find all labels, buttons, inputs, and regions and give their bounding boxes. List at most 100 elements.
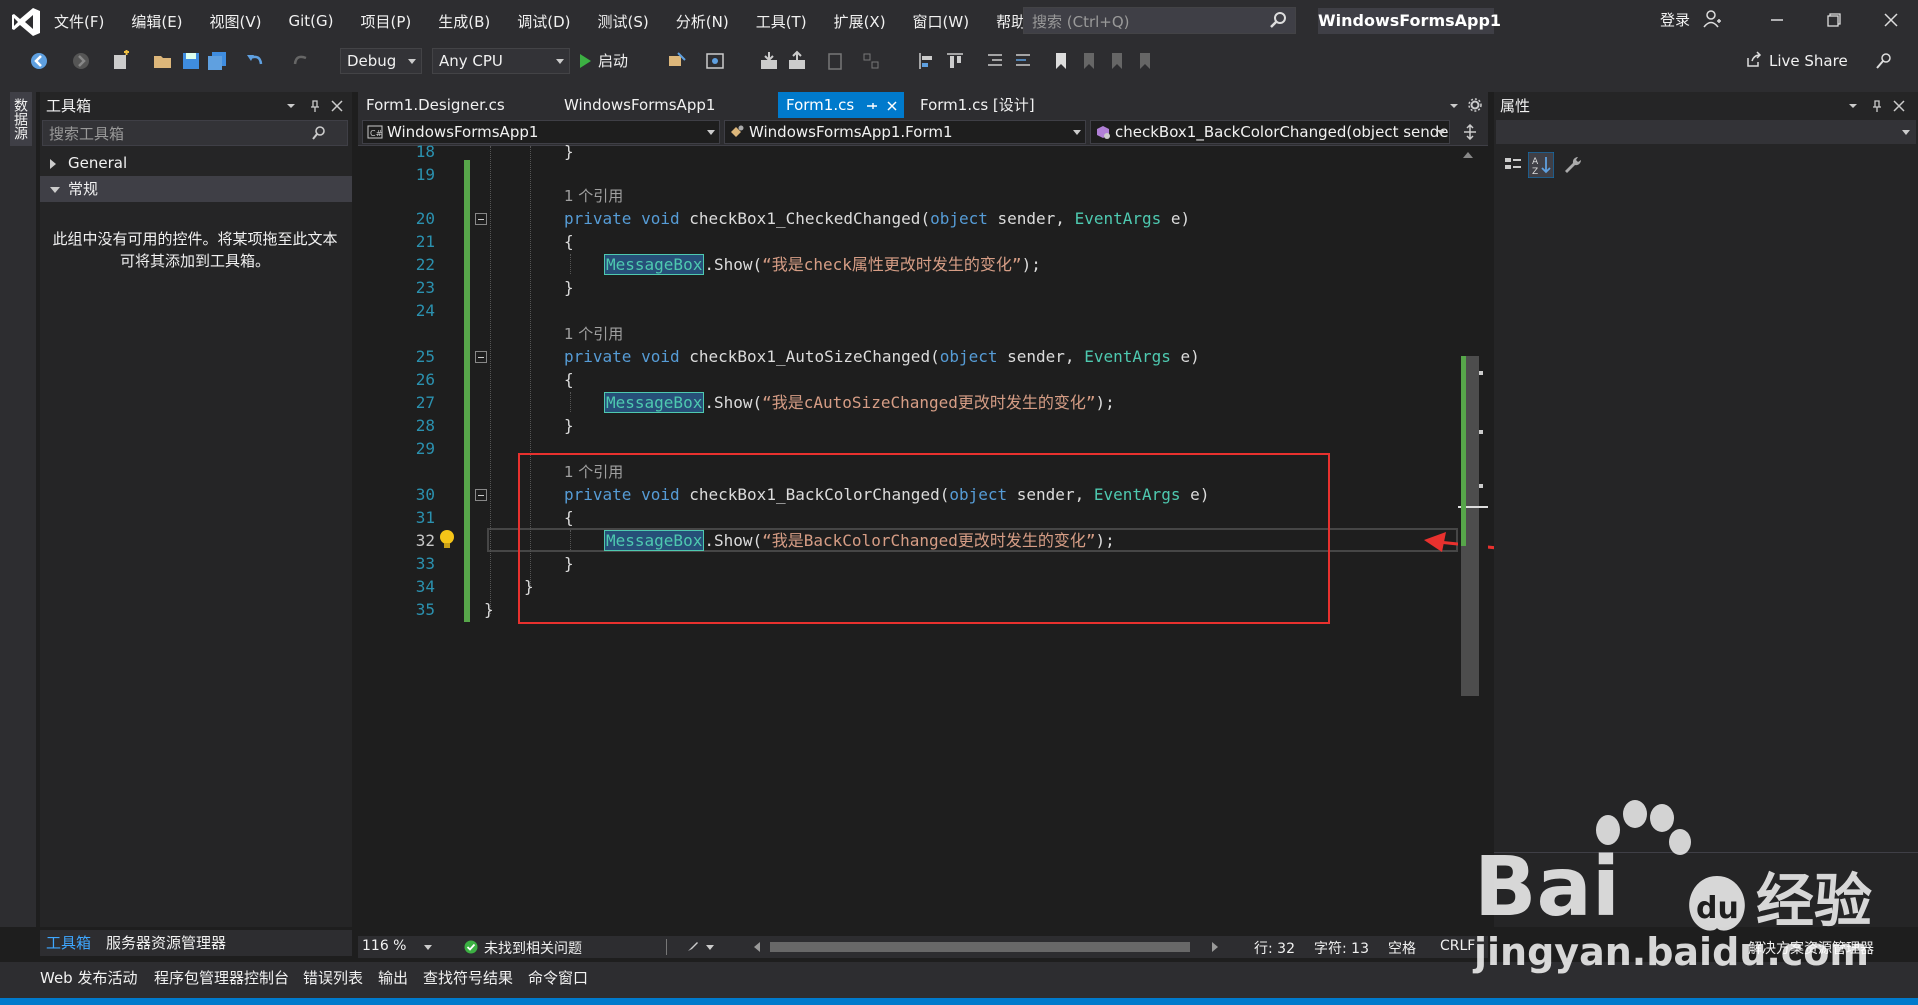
pin-icon[interactable] bbox=[308, 99, 322, 113]
chevron-down-icon[interactable] bbox=[424, 945, 432, 950]
column-indicator[interactable]: 字符: 13 bbox=[1314, 938, 1369, 958]
scroll-left-icon[interactable] bbox=[752, 941, 762, 953]
solution-config-select[interactable]: Debug bbox=[340, 48, 422, 74]
browser-link-icon[interactable] bbox=[666, 50, 688, 72]
solution-platform-select[interactable]: Any CPU bbox=[432, 48, 570, 74]
dropdown-icon[interactable] bbox=[1846, 99, 1860, 113]
codelens-label[interactable]: 1 个引用 bbox=[564, 325, 623, 343]
feedback-icon[interactable] bbox=[1874, 50, 1896, 72]
menu-view[interactable]: 视图(V) bbox=[210, 11, 262, 32]
scroll-right-icon[interactable] bbox=[1210, 941, 1220, 953]
close-icon[interactable] bbox=[1892, 99, 1906, 113]
collapse-toggle-icon[interactable] bbox=[475, 351, 487, 363]
toolbox-window-icon[interactable] bbox=[704, 50, 726, 72]
reference-count[interactable]: 1 个引用 bbox=[564, 184, 623, 207]
menu-window[interactable]: 窗口(W) bbox=[913, 11, 970, 32]
menu-test[interactable]: 测试(S) bbox=[598, 11, 649, 32]
prev-bookmark-icon[interactable] bbox=[1078, 50, 1100, 72]
scroll-up-icon[interactable] bbox=[1462, 150, 1474, 160]
chevron-down-icon[interactable] bbox=[706, 945, 714, 950]
data-sources-tab[interactable]: 数据源 bbox=[10, 92, 32, 146]
menu-debug[interactable]: 调试(D) bbox=[517, 11, 570, 32]
layout-icon[interactable] bbox=[860, 50, 882, 72]
minimize-icon[interactable] bbox=[1765, 8, 1789, 32]
clear-bookmarks-icon[interactable] bbox=[1134, 50, 1156, 72]
tab-toolbox[interactable]: 工具箱 bbox=[46, 930, 91, 956]
alphabetical-icon[interactable]: AZ bbox=[1528, 152, 1554, 178]
menu-edit[interactable]: 编辑(E) bbox=[131, 11, 182, 32]
toolbox-search-input[interactable]: 搜索工具箱 bbox=[42, 120, 348, 146]
split-icon[interactable] bbox=[1462, 124, 1478, 140]
properties-object-select[interactable] bbox=[1496, 120, 1916, 144]
menu-file[interactable]: 文件(F) bbox=[54, 11, 104, 32]
indent-mode[interactable]: 空格 bbox=[1388, 938, 1416, 958]
menu-git[interactable]: Git(G) bbox=[289, 12, 334, 30]
pin-icon[interactable] bbox=[866, 100, 878, 112]
search-icon[interactable] bbox=[311, 125, 327, 141]
deploy-icon[interactable] bbox=[758, 50, 780, 72]
start-debug-button[interactable]: 启动 bbox=[580, 48, 628, 74]
indent-icon[interactable] bbox=[984, 50, 1006, 72]
type-selector[interactable]: WindowsFormsApp1.Form1 bbox=[724, 120, 1086, 144]
clipboard-icon[interactable] bbox=[824, 50, 846, 72]
tab-overflow-icon[interactable] bbox=[1448, 100, 1460, 112]
new-project-icon[interactable] bbox=[110, 50, 132, 72]
collapse-toggle-icon[interactable] bbox=[475, 213, 487, 225]
bookmark-icon[interactable] bbox=[1050, 50, 1072, 72]
tab-command-window[interactable]: 命令窗口 bbox=[528, 967, 588, 988]
live-share-button[interactable]: Live Share bbox=[1745, 48, 1848, 74]
tab-form1-design[interactable]: Form1.cs [设计] bbox=[912, 92, 1043, 118]
toolbox-group-common[interactable]: 常规 bbox=[40, 176, 352, 202]
codelens-label[interactable]: 1 个引用 bbox=[564, 187, 623, 205]
save-icon[interactable] bbox=[180, 50, 202, 72]
reference-count[interactable]: 1 个引用 bbox=[564, 322, 623, 345]
brush-icon[interactable] bbox=[686, 939, 700, 953]
lightbulb-icon[interactable] bbox=[438, 529, 456, 551]
close-window-icon[interactable] bbox=[1879, 8, 1903, 32]
back-icon[interactable] bbox=[28, 50, 50, 72]
dropdown-icon[interactable] bbox=[284, 99, 298, 113]
member-selector[interactable]: checkBox1_BackColorChanged(object sender bbox=[1090, 120, 1450, 144]
issues-status[interactable]: 未找到相关问题 bbox=[484, 938, 582, 958]
tab-package-manager-console[interactable]: 程序包管理器控制台 bbox=[154, 967, 289, 988]
search-icon[interactable] bbox=[1269, 10, 1289, 30]
close-icon[interactable] bbox=[886, 100, 898, 112]
collapse-toggle-icon[interactable] bbox=[475, 489, 487, 501]
close-icon[interactable] bbox=[330, 99, 344, 113]
save-all-icon[interactable] bbox=[206, 50, 228, 72]
visual-studio-logo-icon[interactable] bbox=[10, 6, 42, 38]
undo-icon[interactable] bbox=[244, 50, 266, 72]
expand-icon[interactable] bbox=[50, 159, 56, 169]
forward-icon[interactable] bbox=[70, 50, 92, 72]
line-indicator[interactable]: 行: 32 bbox=[1254, 938, 1295, 958]
gear-icon[interactable] bbox=[1468, 98, 1482, 112]
tab-output[interactable]: 输出 bbox=[378, 967, 408, 988]
menu-analyze[interactable]: 分析(N) bbox=[676, 11, 729, 32]
toolbox-group-general[interactable]: General bbox=[40, 150, 352, 176]
tab-find-symbol-results[interactable]: 查找符号结果 bbox=[423, 967, 513, 988]
menu-extensions[interactable]: 扩展(X) bbox=[834, 11, 886, 32]
login-link[interactable]: 登录 bbox=[1660, 9, 1690, 30]
tab-form1-cs[interactable]: Form1.cs bbox=[778, 92, 904, 118]
publish-icon[interactable] bbox=[786, 50, 808, 72]
outdent-icon[interactable] bbox=[1012, 50, 1034, 72]
align-top-icon[interactable] bbox=[944, 50, 966, 72]
tab-web-publish[interactable]: Web 发布活动 bbox=[40, 967, 137, 988]
search-box[interactable]: 搜索 (Ctrl+Q) bbox=[1023, 7, 1296, 34]
next-bookmark-icon[interactable] bbox=[1106, 50, 1128, 72]
align-left-icon[interactable] bbox=[916, 50, 938, 72]
user-icon[interactable] bbox=[1702, 9, 1722, 29]
collapse-icon[interactable] bbox=[50, 187, 60, 193]
restore-icon[interactable] bbox=[1822, 8, 1846, 32]
redo-icon[interactable] bbox=[290, 50, 312, 72]
menu-tools[interactable]: 工具(T) bbox=[756, 11, 807, 32]
zoom-level[interactable]: 116 % bbox=[362, 938, 406, 954]
pin-icon[interactable] bbox=[1870, 99, 1884, 113]
tab-error-list[interactable]: 错误列表 bbox=[303, 967, 363, 988]
tab-windowsformsapp1[interactable]: WindowsFormsApp1 bbox=[556, 92, 723, 118]
menu-project[interactable]: 项目(P) bbox=[361, 11, 412, 32]
wrench-icon[interactable] bbox=[1562, 154, 1584, 176]
categorized-icon[interactable] bbox=[1502, 154, 1524, 176]
horizontal-scrollbar-thumb[interactable] bbox=[770, 942, 1190, 952]
tab-form1-designer-cs[interactable]: Form1.Designer.cs bbox=[358, 92, 513, 118]
